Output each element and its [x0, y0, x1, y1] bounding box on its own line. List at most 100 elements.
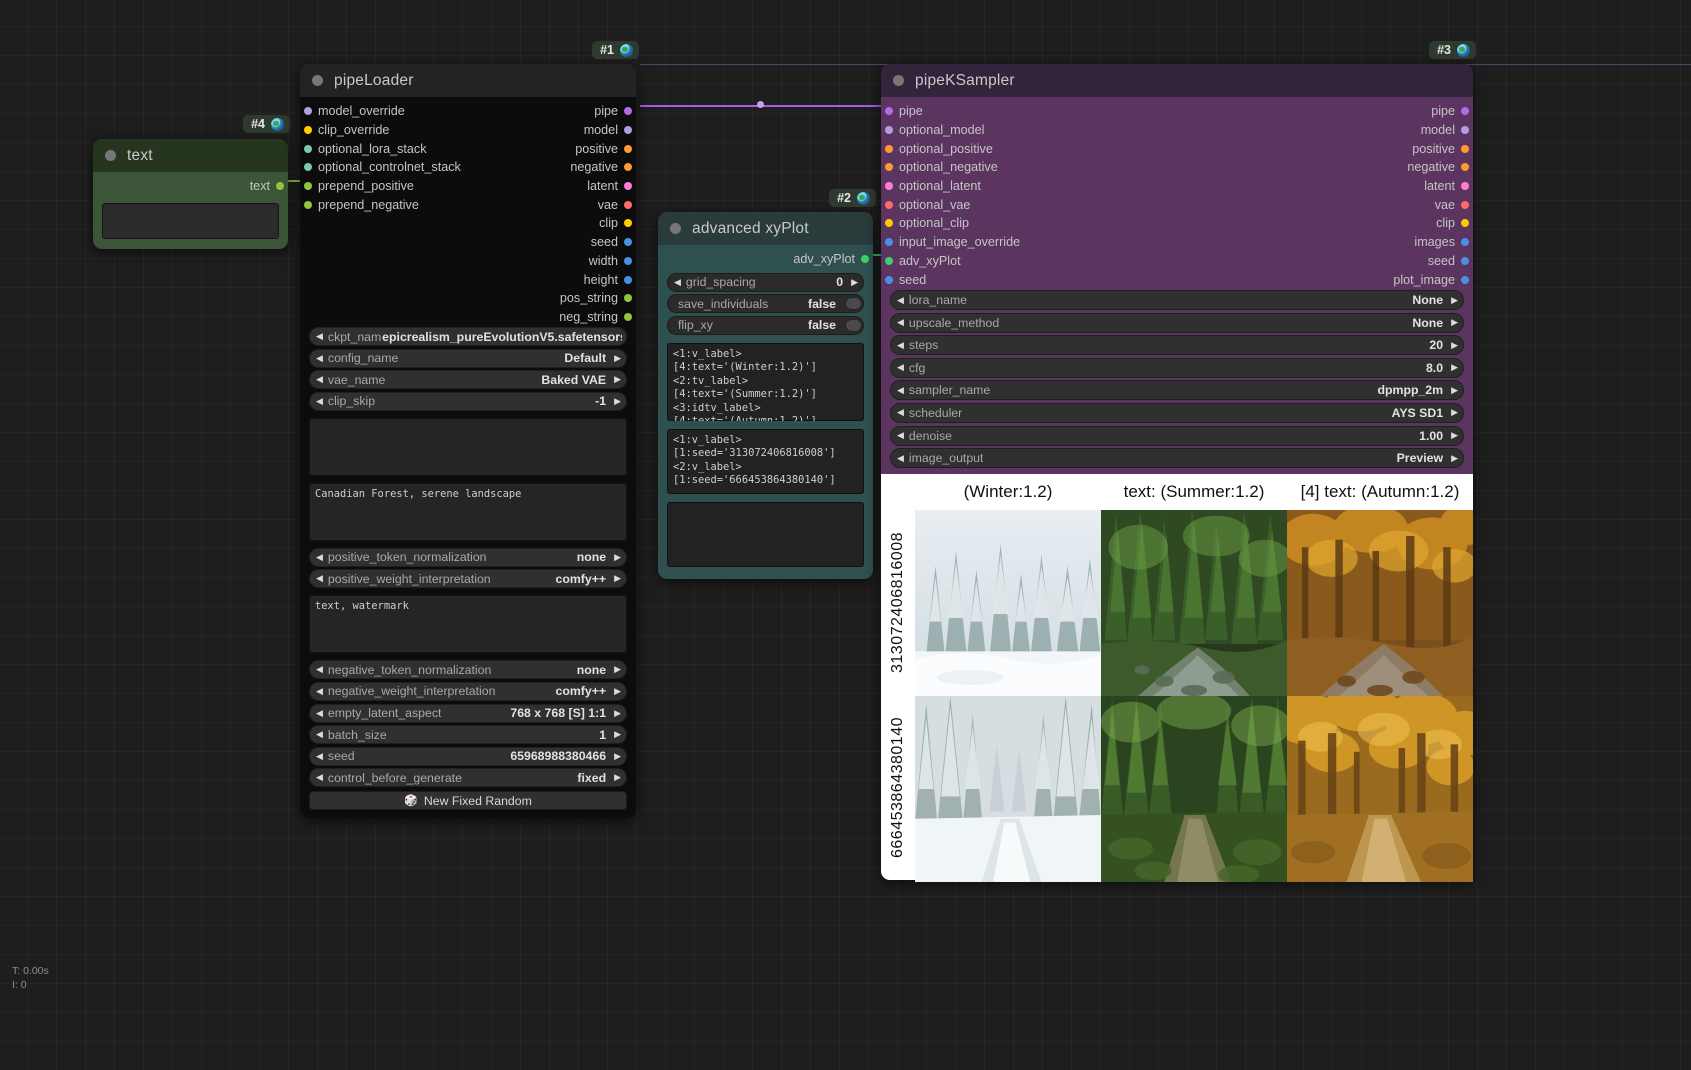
output-slot-vae[interactable]: vae — [300, 195, 636, 214]
node-pipeloader-titlebar[interactable]: pipeLoader — [300, 64, 636, 97]
xy-plot-preview[interactable]: (Winter:1.2) text: (Summer:1.2) [4] text… — [881, 474, 1473, 883]
widget-negative-token-normalization[interactable]: ◀ negative_token_normalization none ▶ — [309, 660, 627, 680]
plot-cell-autumn-forest-stream[interactable] — [1287, 510, 1473, 697]
output-pin-pos-string[interactable] — [624, 294, 632, 303]
widget-seed[interactable]: ◀ seed 65968988380466 ▶ — [309, 746, 627, 766]
chevron-right-icon[interactable]: ▶ — [614, 751, 621, 761]
output-slot-seed[interactable]: seed — [881, 252, 1473, 271]
chevron-left-icon[interactable]: ◀ — [897, 363, 904, 372]
chevron-left-icon[interactable]: ◀ — [316, 686, 323, 696]
node-pipeksampler[interactable]: #3 pipeKSampler pipe optional_model opti… — [881, 41, 1476, 883]
output-pin-model[interactable] — [624, 126, 632, 135]
toggle-flip-xy[interactable] — [845, 318, 862, 332]
output-pin-positive[interactable] — [624, 144, 632, 153]
plot-cell-winter-forest-path[interactable] — [915, 696, 1101, 883]
toggle-save-individuals[interactable] — [845, 297, 862, 311]
widget-scheduler[interactable]: ◀ scheduler AYS SD1 ▶ — [890, 402, 1464, 423]
chevron-left-icon[interactable]: ◀ — [897, 408, 904, 417]
node-xyplot-titlebar[interactable]: advanced xyPlot — [658, 212, 873, 245]
plot-cell-winter-forest-snow[interactable] — [915, 510, 1101, 697]
chevron-right-icon[interactable]: ▶ — [1451, 340, 1458, 350]
chevron-left-icon[interactable]: ◀ — [316, 751, 323, 761]
widget-positive-token-normalization[interactable]: ◀ positive_token_normalization none ▶ — [309, 547, 627, 567]
collapse-dot-icon[interactable] — [105, 150, 116, 161]
widget-negative-weight-interpretation[interactable]: ◀ negative_weight_interpretation comfy++… — [309, 681, 627, 701]
output-slot-neg-string[interactable]: neg_string — [300, 308, 636, 327]
xyplot-blank-textarea[interactable] — [667, 501, 864, 567]
output-pin-pipe[interactable] — [1461, 107, 1469, 116]
output-slot-plot-image[interactable]: plot_image — [881, 270, 1473, 289]
output-pin-adv-xyplot[interactable] — [861, 255, 869, 264]
widget-clip-skip[interactable]: ◀ clip_skip -1 ▶ — [309, 391, 627, 411]
chevron-right-icon[interactable]: ▶ — [614, 574, 621, 583]
output-slot-seed[interactable]: seed — [300, 233, 636, 252]
chevron-left-icon[interactable]: ◀ — [316, 353, 323, 363]
output-slot-height[interactable]: height — [300, 270, 636, 289]
chevron-left-icon[interactable]: ◀ — [316, 665, 323, 674]
chevron-right-icon[interactable]: ▶ — [614, 396, 621, 406]
chevron-left-icon[interactable]: ◀ — [316, 574, 323, 583]
output-slot-width[interactable]: width — [300, 252, 636, 271]
widget-control-before-generate[interactable]: ◀ control_before_generate fixed ▶ — [309, 768, 627, 788]
chevron-right-icon[interactable]: ▶ — [1451, 295, 1458, 305]
widget-save-individuals[interactable]: save_individuals false — [667, 294, 864, 314]
output-pin-clip[interactable] — [1461, 219, 1469, 228]
collapse-dot-icon[interactable] — [312, 75, 323, 86]
output-slot-model[interactable]: model — [881, 121, 1473, 140]
plot-cell-summer-forest-stream[interactable] — [1101, 510, 1287, 697]
chevron-right-icon[interactable]: ▶ — [614, 686, 621, 696]
chevron-left-icon[interactable]: ◀ — [897, 295, 904, 305]
output-pin-negative[interactable] — [1461, 163, 1469, 172]
node-text-titlebar[interactable]: text — [93, 139, 288, 172]
widget-grid-spacing[interactable]: ◀ grid_spacing 0 ▶ — [667, 272, 864, 292]
output-slot-latent[interactable]: latent — [881, 177, 1473, 196]
chevron-right-icon[interactable]: ▶ — [614, 375, 621, 384]
chevron-left-icon[interactable]: ◀ — [316, 375, 323, 384]
output-pin-seed[interactable] — [624, 238, 632, 247]
output-pin-latent[interactable] — [1461, 182, 1469, 191]
output-pin-vae[interactable] — [624, 200, 632, 209]
node-pipeloader[interactable]: #1 pipeLoader model_override clip_overri… — [300, 41, 639, 819]
output-pin-seed[interactable] — [1461, 256, 1469, 265]
output-slot-pos-string[interactable]: pos_string — [300, 289, 636, 308]
output-slot-adv-xyplot[interactable]: adv_xyPlot — [658, 250, 873, 269]
output-slot-latent[interactable]: latent — [300, 177, 636, 196]
chevron-left-icon[interactable]: ◀ — [897, 385, 904, 395]
chevron-right-icon[interactable]: ▶ — [614, 665, 621, 674]
widget-config-name[interactable]: ◀ config_name Default ▶ — [309, 348, 627, 368]
chevron-right-icon[interactable]: ▶ — [1451, 385, 1458, 395]
widget-denoise[interactable]: ◀ denoise 1.00 ▶ — [890, 425, 1464, 446]
node-text[interactable]: #4 text text — [93, 115, 290, 249]
widget-ckpt-name[interactable]: ◀ ckpt_name epicrealism_pureEvolutionV5.… — [309, 327, 627, 346]
output-pin-model[interactable] — [1461, 126, 1469, 135]
widget-flip-xy[interactable]: flip_xy false — [667, 315, 864, 335]
output-pin-latent[interactable] — [624, 182, 632, 191]
widget-image-output[interactable]: ◀ image_output Preview ▶ — [890, 448, 1464, 469]
chevron-left-icon[interactable]: ◀ — [674, 277, 681, 287]
chevron-right-icon[interactable]: ▶ — [614, 353, 621, 363]
chevron-right-icon[interactable]: ▶ — [1451, 453, 1458, 463]
chevron-left-icon[interactable]: ◀ — [897, 318, 904, 327]
node-xyplot[interactable]: #2 advanced xyPlot adv_xyPlot ◀ grid_spa… — [658, 189, 876, 579]
chevron-right-icon[interactable]: ▶ — [1451, 318, 1458, 327]
output-slot-images[interactable]: images — [881, 233, 1473, 252]
output-pin-images[interactable] — [1461, 238, 1469, 247]
new-fixed-random-button[interactable]: 🎲 New Fixed Random — [309, 791, 627, 811]
output-pin-width[interactable] — [624, 256, 632, 265]
widget-sampler-name[interactable]: ◀ sampler_name dpmpp_2m ▶ — [890, 380, 1464, 401]
output-pin-plot-image[interactable] — [1461, 275, 1469, 284]
chevron-right-icon[interactable]: ▶ — [851, 277, 858, 287]
chevron-left-icon[interactable]: ◀ — [316, 332, 323, 341]
widget-vae-name[interactable]: ◀ vae_name Baked VAE ▶ — [309, 370, 627, 390]
output-slot-vae[interactable]: vae — [881, 195, 1473, 214]
chevron-right-icon[interactable]: ▶ — [614, 552, 621, 562]
output-slot-text[interactable]: text — [93, 177, 288, 196]
output-slot-model[interactable]: model — [300, 121, 636, 140]
chevron-left-icon[interactable]: ◀ — [316, 396, 323, 406]
chevron-left-icon[interactable]: ◀ — [316, 708, 323, 718]
widget-positive-weight-interpretation[interactable]: ◀ positive_weight_interpretation comfy++… — [309, 569, 627, 589]
widget-empty-latent-aspect[interactable]: ◀ empty_latent_aspect 768 x 768 [S] 1:1 … — [309, 703, 627, 723]
output-slot-clip[interactable]: clip — [881, 214, 1473, 233]
output-pin-text[interactable] — [276, 182, 284, 191]
chevron-left-icon[interactable]: ◀ — [316, 730, 323, 739]
